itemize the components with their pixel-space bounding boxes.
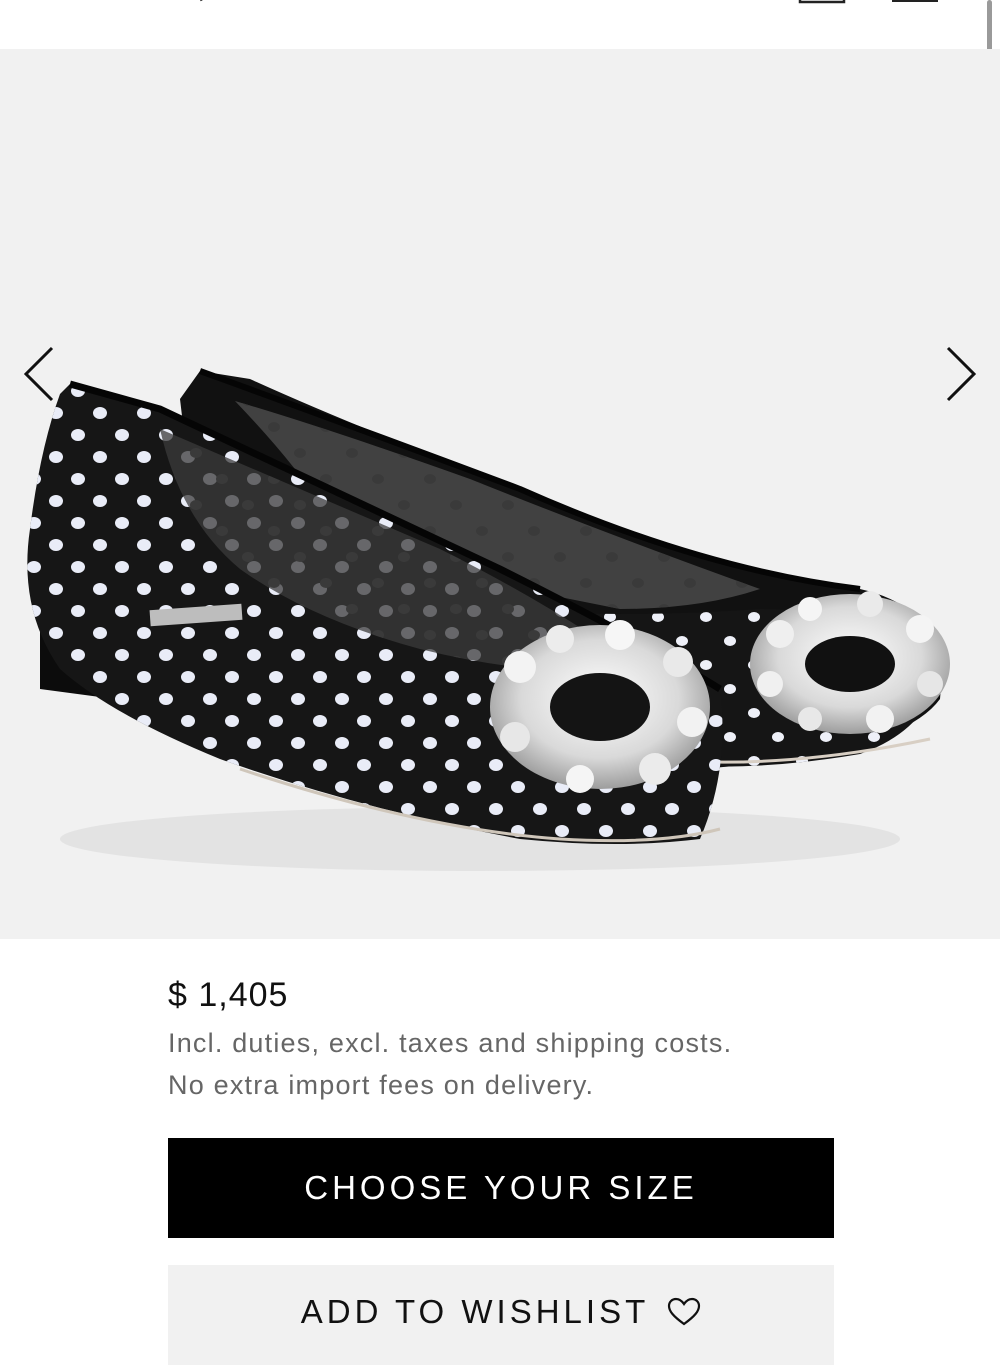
- product-image: [27, 368, 950, 871]
- wishlist-label: ADD TO WISHLIST: [300, 1293, 650, 1330]
- choose-size-button[interactable]: CHOOSE YOUR SIZE: [168, 1138, 834, 1238]
- brand-logo[interactable]: [290, 0, 710, 8]
- product-price: $ 1,405: [168, 976, 289, 1014]
- price-note-import: No extra import fees on delivery.: [168, 1070, 595, 1100]
- chevron-right-icon[interactable]: [940, 344, 980, 404]
- menu-icon[interactable]: [890, 0, 940, 6]
- product-image-gallery[interactable]: [0, 49, 1000, 939]
- shopping-bag-icon[interactable]: [798, 0, 846, 6]
- price-note-duties: Incl. duties, excl. taxes and shipping c…: [168, 1028, 733, 1058]
- site-header: [0, 0, 1000, 48]
- add-to-wishlist-button[interactable]: ADD TO WISHLIST: [168, 1265, 834, 1365]
- chevron-left-icon[interactable]: [20, 344, 60, 404]
- choose-size-label: CHOOSE YOUR SIZE: [304, 1169, 698, 1206]
- back-arrow-icon[interactable]: [190, 0, 220, 8]
- heart-icon: [668, 1297, 701, 1326]
